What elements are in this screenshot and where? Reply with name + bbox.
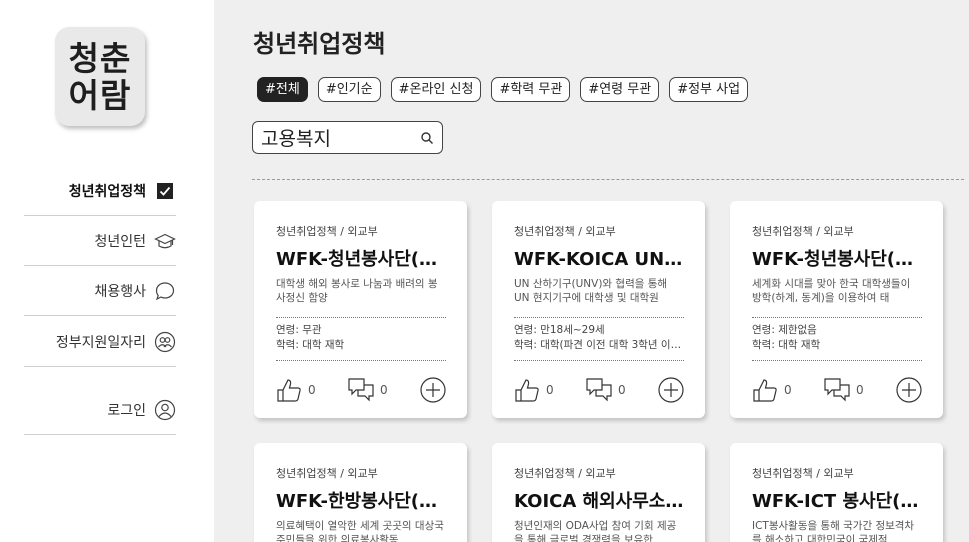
graduation-cap-icon [154,230,176,252]
card-separator [514,360,684,361]
policy-card[interactable]: 청년취업정책 / 외교부 WFK-ICT 봉사단(Korea IT) ICT봉사… [730,443,943,542]
card-education: 학력: 대학 재학 [276,339,345,351]
card-description: 세계화 시대를 맞아 한국 대학생들이 방학(하계, 동계)을 이용하여 태 [752,278,911,304]
card-title: WFK-KOICA UNV 대학생 봉사단 [514,249,684,270]
logo-line-1: 청춘 [68,38,132,78]
plus-circle-icon [896,377,922,403]
like-button[interactable]: 0 [514,377,586,403]
comment-count: 0 [856,383,864,397]
page-title: 청년취업정책 [253,30,386,58]
card-category: 청년취업정책 / 외교부 [276,467,378,480]
card-meta: 연령: 만18세~29세 학력: 대학(파견 이전 대학 3학년 이상) [514,323,684,353]
card-separator [276,317,446,318]
like-count: 0 [784,383,792,397]
add-button[interactable] [896,377,922,403]
card-meta: 연령: 무관 학력: 대학 재학 [276,323,446,353]
card-description: 의료혜택이 열악한 세계 곳곳의 대상국 주민들을 위한 의료봉사활동 [276,520,444,542]
user-icon [154,399,176,421]
card-actions: 0 0 [276,375,446,405]
comments-icon [348,378,374,402]
card-age: 연령: 제한없음 [752,324,817,336]
sidebar-item-gov-support-jobs[interactable]: 정부지원일자리 [24,317,176,367]
tag-all[interactable]: #전체 [257,77,308,102]
comment-button[interactable]: 0 [348,377,418,403]
policy-card[interactable]: 청년취업정책 / 외교부 WFK-청년봉사단(The World Friends… [730,201,943,418]
tag-filter-bar: #전체 #인기순 #온라인 신청 #학력 무관 #연령 무관 #정부 사업 [257,77,749,102]
comment-button[interactable]: 0 [586,377,656,403]
people-icon [154,331,176,353]
app-logo[interactable]: 청춘 어람 [55,27,145,126]
policy-card[interactable]: 청년취업정책 / 외교부 KOICA 해외사무소/협력사업 청년인재의 ODA사… [492,443,705,542]
card-title: WFK-청년봉사단(The World Friends Korea) [752,249,922,270]
sidebar-item-label: 정부지원일자리 [55,334,146,351]
card-separator [752,317,922,318]
card-description: ICT봉사활동을 통해 국가간 정보격차를 해소하고 대한민국이 국제적 [752,520,915,542]
divider [252,179,964,180]
plus-circle-icon [658,377,684,403]
card-description: 청년인재의 ODA사업 참여 기회 제공을 통해 글로벌 경쟁력을 보유한 [514,520,677,542]
card-category: 청년취업정책 / 외교부 [514,225,616,238]
thumbs-up-icon [753,379,777,402]
tag-popular[interactable]: #인기순 [317,77,381,102]
logo-line-2: 어람 [68,75,132,115]
like-button[interactable]: 0 [752,377,824,403]
sidebar-item-label: 채용행사 [94,283,146,300]
comments-icon [586,378,612,402]
card-title: WFK-ICT 봉사단(Korea IT) [752,491,922,512]
card-education: 학력: 대학 재학 [752,339,821,351]
sidebar-item-recruit-event[interactable]: 채용행사 [24,266,176,316]
card-separator [752,360,922,361]
like-count: 0 [546,383,554,397]
search-icon[interactable] [420,131,434,145]
card-actions: 0 0 [752,375,922,405]
card-actions: 0 0 [514,375,684,405]
policy-card[interactable]: 청년취업정책 / 외교부 WFK-KOICA UNV 대학생 봉사단 UN 산하… [492,201,705,418]
card-meta: 연령: 제한없음 학력: 대학 재학 [752,323,922,353]
card-title: WFK-청년봉사단(Korea University Volunteers) [276,249,446,270]
search-input[interactable] [261,126,411,149]
sidebar-item-label: 로그인 [107,402,146,419]
sidebar-item-youth-intern[interactable]: 청년인턴 [24,216,176,266]
card-age: 연령: 만18세~29세 [514,324,605,336]
sidebar: 청춘 어람 청년취업정책 청년인턴 채용행사 정부지원일자리 로그인 [0,0,214,542]
tag-no-age-limit[interactable]: #연령 무관 [580,77,660,102]
comment-count: 0 [380,383,388,397]
like-button[interactable]: 0 [276,377,348,403]
plus-circle-icon [420,377,446,403]
card-separator [276,360,446,361]
card-category: 청년취업정책 / 외교부 [752,467,854,480]
card-age: 연령: 무관 [276,324,322,336]
card-title: KOICA 해외사무소/협력사업 [514,491,684,512]
policy-card[interactable]: 청년취업정책 / 외교부 WFK-청년봉사단(Korea University … [254,201,467,418]
add-button[interactable] [658,377,684,403]
tag-no-education-limit[interactable]: #학력 무관 [491,77,571,102]
policy-card[interactable]: 청년취업정책 / 외교부 WFK-한방봉사단(Korea Medicine) 의… [254,443,467,542]
card-separator [514,317,684,318]
comments-icon [824,378,850,402]
add-button[interactable] [420,377,446,403]
tag-gov-project[interactable]: #정부 사업 [669,77,749,102]
comment-count: 0 [618,383,626,397]
checked-box-icon [154,180,176,202]
card-title: WFK-한방봉사단(Korea Medicine) [276,491,446,512]
card-category: 청년취업정책 / 외교부 [752,225,854,238]
thumbs-up-icon [515,379,539,402]
card-category: 청년취업정책 / 외교부 [514,467,616,480]
search-box [252,121,443,154]
main-content: 청년취업정책 #전체 #인기순 #온라인 신청 #학력 무관 #연령 무관 #정… [214,0,969,542]
card-description: UN 산하기구(UNV)와 협력을 통해 UN 현지기구에 대학생 및 대학원 [514,278,668,304]
tag-online-apply[interactable]: #온라인 신청 [390,77,482,102]
card-category: 청년취업정책 / 외교부 [276,225,378,238]
card-education: 학력: 대학(파견 이전 대학 3학년 이상) [514,339,684,351]
sidebar-item-label: 청년취업정책 [68,183,146,200]
comment-button[interactable]: 0 [824,377,894,403]
chat-bubble-icon [154,280,176,302]
sidebar-item-login[interactable]: 로그인 [24,385,176,435]
sidebar-item-label: 청년인턴 [94,233,146,250]
card-description: 대학생 해외 봉사로 나눔과 배려의 봉사정신 함양 [276,278,438,304]
like-count: 0 [308,383,316,397]
thumbs-up-icon [277,379,301,402]
sidebar-item-youth-employment-policy[interactable]: 청년취업정책 [24,166,176,216]
